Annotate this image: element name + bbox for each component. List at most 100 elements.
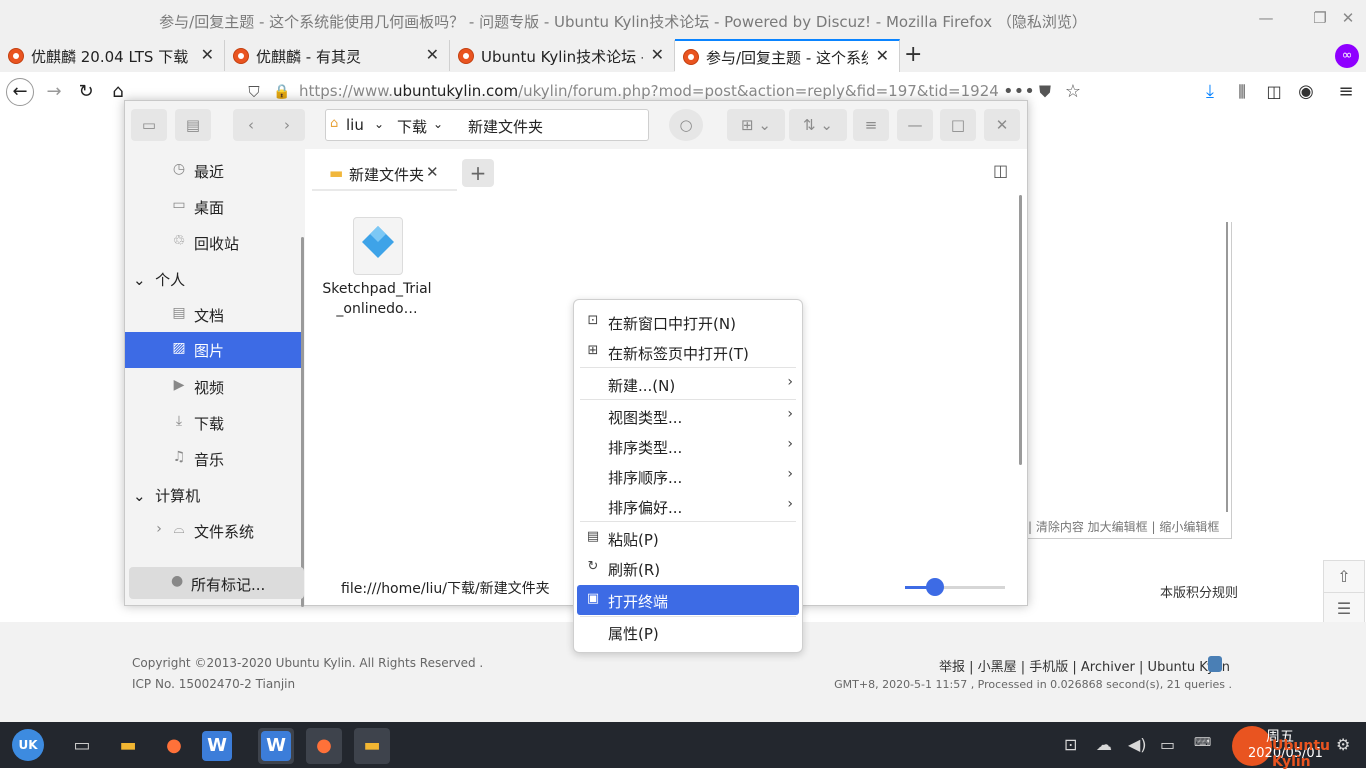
sidebar-item-downloads[interactable]: ⤓ 下载 [125,405,303,441]
browser-tab[interactable]: 优麒麟 20.04 LTS 下载 ✕ [0,40,225,71]
editor-scrollbar[interactable] [1226,222,1228,512]
close-icon[interactable]: ✕ [1338,8,1358,28]
url-bar[interactable]: https://www.ubuntukylin.com/ukylin/forum… [299,82,999,100]
firefox-active-icon[interactable]: ● [306,728,342,764]
sidebar-item-recent[interactable]: ◷ 最近 [125,153,303,189]
close-tab-icon[interactable]: ✕ [426,163,439,181]
menu-item-view-type[interactable]: 视图类型... › [577,401,799,431]
breadcrumb-item[interactable]: 新建文件夹 [468,116,543,137]
network-icon[interactable]: ⊡ [1064,735,1077,754]
minimize-icon[interactable]: — [897,109,933,141]
sidebar-item-pictures[interactable]: ▨ 图片 [125,332,303,368]
taskbar: UK ▭ ▬ ● W W ● ▬ ⊡ ☁ ◀) ▭ ⌨ ⚙ [0,722,1366,768]
pocket-icon[interactable]: ⛊ [1031,78,1059,106]
footer-icp[interactable]: ICP No. 15002470-2 Tianjin [132,677,295,691]
wps-writer-taskbar-icon[interactable]: W [202,731,232,761]
browser-tab-active[interactable]: 参与/回复主题 - 这个系统 ✕ [675,39,900,74]
downloads-icon[interactable]: ⤓ [1196,78,1224,106]
sort-button[interactable]: ⇅ ⌄ [789,109,847,141]
menu-item-sort-type[interactable]: 排序类型... › [577,431,799,461]
scroll-top-icon[interactable]: ⇧ [1323,560,1365,594]
menu-separator [580,367,796,368]
sidebar-item-filesystem[interactable]: › ⌓ 文件系统 [125,513,303,549]
back-icon[interactable]: ← [6,78,34,106]
all-tags-button[interactable]: ● 所有标记... [129,567,304,599]
menu-item-sort-preference[interactable]: 排序偏好... › [577,491,799,521]
bookmark-star-icon[interactable]: ☆ [1059,78,1087,106]
add-tab-button[interactable]: + [462,159,494,187]
browser-tab[interactable]: 优麒麟 - 有其灵 ✕ [225,40,450,71]
menu-item-properties[interactable]: 属性(P) [577,617,799,647]
sidebar-scrollbar[interactable] [301,237,304,607]
close-tab-icon[interactable]: ✕ [876,46,889,65]
library-icon[interactable]: ⫼ [1228,78,1256,106]
sidebar-group-personal[interactable]: ⌄ 个人 [133,269,185,290]
maximize-icon[interactable]: □ [940,109,976,141]
restore-icon[interactable]: ❐ [1310,8,1330,28]
content-scrollbar[interactable] [1019,195,1022,465]
split-view-icon[interactable]: ◫ [993,161,1008,180]
back-button[interactable]: ‹ [233,109,269,141]
firefox-taskbar-icon[interactable]: ● [156,728,192,764]
minimize-icon[interactable]: — [1256,8,1276,28]
weather-icon[interactable]: ☁ [1096,735,1112,754]
menu-item-open-new-tab[interactable]: ⊞ 在新标签页中打开(T) [577,337,799,367]
new-tab-button[interactable]: + [904,42,922,67]
tab-current-folder[interactable]: ▬ 新建文件夹 ✕ [312,155,457,191]
sidebar-item-desktop[interactable]: ▭ 桌面 [125,189,303,225]
forward-button[interactable]: › [269,109,305,141]
sidebar-item-music[interactable]: ♫ 音乐 [125,441,303,477]
close-icon[interactable]: ✕ [984,109,1020,141]
menu-item-open-terminal[interactable]: ▣ 打开终端 [577,585,799,615]
chevron-down-icon[interactable]: ⌄ [433,117,443,131]
close-tab-icon[interactable]: ✕ [651,45,664,64]
reload-icon[interactable]: ↻ [72,78,100,106]
menu-item-paste[interactable]: ▤ 粘贴(P) [577,523,799,553]
sidebar-item-videos[interactable]: ▶ 视频 [125,369,303,405]
paste-icon: ▤ [586,529,600,544]
forward-icon[interactable]: → [40,78,68,106]
notification-icon[interactable]: ▭ [1160,735,1175,754]
menu-icon[interactable]: ≡ [1332,78,1360,106]
chevron-right-icon[interactable]: › [151,521,167,537]
sidebar-item-documents[interactable]: ▤ 文档 [125,297,303,333]
file-item-icon[interactable] [353,217,403,275]
new-folder-icon[interactable]: ▭ [131,109,167,141]
image-icon: ▨ [172,340,186,356]
multitask-view-icon[interactable]: ▭ [64,728,100,764]
file-item-name[interactable]: Sketchpad_Trial_onlinedo… [321,279,433,319]
account-icon[interactable]: ◉ [1292,78,1320,106]
ubuntu-favicon-icon [233,48,249,64]
zoom-slider-handle[interactable] [926,578,944,596]
menu-icon[interactable]: ≡ [853,109,889,141]
wps-writer-active-icon[interactable]: W [258,728,294,764]
sidebar-item-trash[interactable]: ♲ 回收站 [125,225,303,261]
location-bar[interactable]: ⌂ liu ⌄ 下载 ⌄ 新建文件夹 [325,109,649,141]
breadcrumb-item[interactable]: liu [346,116,364,134]
menu-item-open-new-window[interactable]: ⊡ 在新窗口中打开(N) [577,307,799,337]
keyboard-icon[interactable]: ⌨ [1194,735,1211,749]
rules-link[interactable]: 本版积分规则 [1160,582,1238,601]
menu-item-new[interactable]: 新建...(N) › [577,369,799,399]
list-icon[interactable]: ☰ [1323,592,1365,626]
breadcrumb-item[interactable]: 下载 [397,116,427,137]
reply-editor-frame[interactable] [1025,222,1232,539]
view-type-button[interactable]: ⊞ ⌄ [727,109,785,141]
browser-tab-bar: 优麒麟 20.04 LTS 下载 ✕ 优麒麟 - 有其灵 ✕ Ubuntu Ky… [0,39,1366,74]
footer-links[interactable]: 举报 | 小黑屋 | 手机版 | Archiver | Ubuntu Kylin [939,656,1230,675]
close-tab-icon[interactable]: ✕ [426,45,439,64]
terminal-icon[interactable]: ▤ [175,109,211,141]
close-tab-icon[interactable]: ✕ [201,45,214,64]
start-menu-icon[interactable]: UK [12,729,44,761]
sidebar-icon[interactable]: ◫ [1260,78,1288,106]
chevron-down-icon[interactable]: ⌄ [374,117,384,131]
sidebar-group-computer[interactable]: ⌄ 计算机 [133,485,200,506]
file-manager-active-icon[interactable]: ▬ [354,728,390,764]
menu-item-refresh[interactable]: ↻ 刷新(R) [577,553,799,583]
volume-icon[interactable]: ◀) [1128,735,1147,754]
menu-item-sort-order[interactable]: 排序顺序... › [577,461,799,491]
search-icon[interactable]: ○ [669,109,703,141]
browser-tab[interactable]: Ubuntu Kylin技术论坛 - | ✕ [450,40,675,71]
editor-size-links[interactable]: | 清除内容 加大编辑框 | 缩小编辑框 [1028,518,1219,535]
file-manager-taskbar-icon[interactable]: ▬ [110,728,146,764]
